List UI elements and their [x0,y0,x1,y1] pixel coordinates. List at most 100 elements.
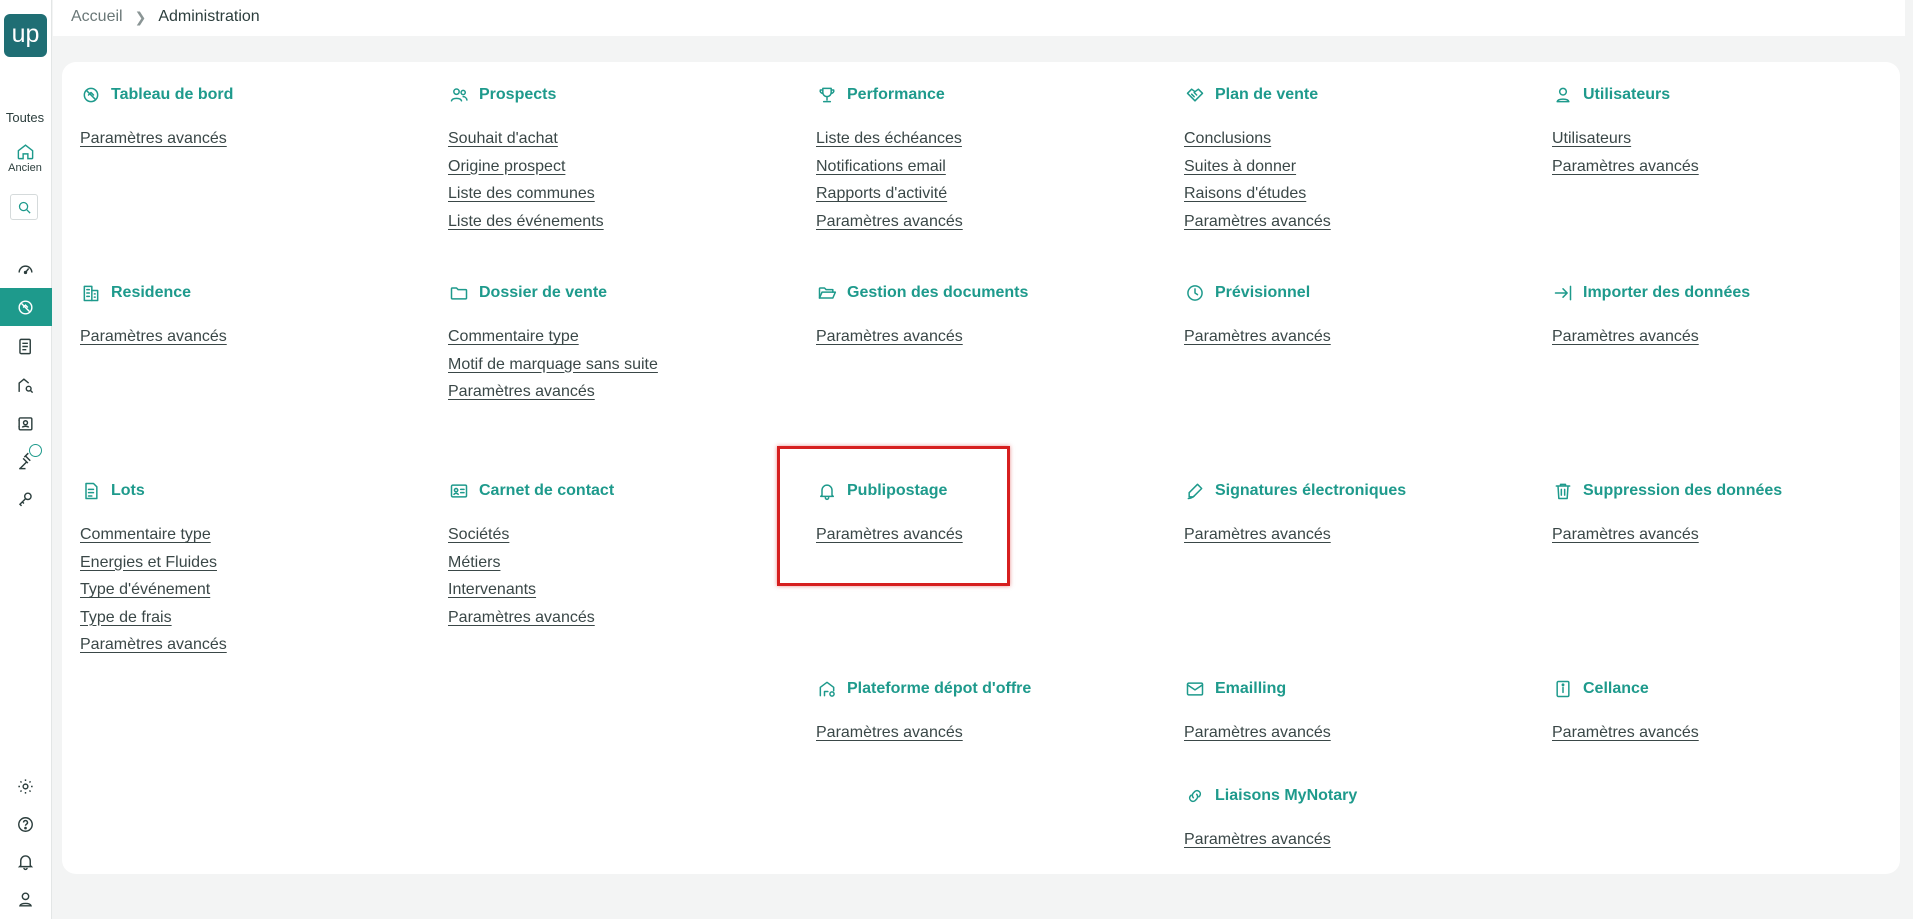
admin-link[interactable]: Motif de marquage sans suite [448,351,788,379]
admin-link[interactable]: Paramètres avancés [1184,719,1524,747]
section-title-text: Importer des données [1583,284,1751,301]
admin-link[interactable]: Paramètres avancés [80,631,420,659]
admin-link[interactable]: Paramètres avancés [80,323,420,351]
section-links: Paramètres avancés [80,125,420,153]
section-links: Paramètres avancés [80,323,420,351]
dashboard-icon[interactable] [12,255,38,281]
admin-link[interactable]: Souhait d'achat [448,125,788,153]
section-title-text: Residence [111,284,192,301]
section-links: Liste des échéances Notifications email Ra… [816,125,1156,235]
search-icon [18,201,31,214]
section-carnet-de-contact: Carnet de contact Sociétés Métiers Interven… [448,480,788,631]
admin-link[interactable]: Conclusions [1184,125,1524,153]
info-icon [1552,679,1573,700]
section-performance: Performance Liste des échéances Notificati… [816,84,1156,235]
admin-link[interactable]: Paramètres avancés [816,719,1156,747]
sidebar-item-admin-active[interactable] [0,288,52,326]
building-icon [80,283,101,304]
admin-link[interactable]: Liste des échéances [816,125,1156,153]
admin-link[interactable]: Métiers [448,549,788,577]
section-title-text: Tableau de bord [111,86,234,103]
section-title-text: Dossier de vente [479,284,608,301]
section-title: Prospects [448,84,788,106]
document-list-icon[interactable] [12,333,38,359]
section-title: Liaisons MyNotary [1184,785,1524,807]
breadcrumb-current: Administration [158,8,260,25]
app-logo[interactable]: up [4,14,47,57]
section-title: Residence [80,282,420,304]
admin-link[interactable]: Liste des communes [448,180,788,208]
admin-link[interactable]: Paramètres avancés [1184,208,1524,236]
keys-icon[interactable] [12,486,38,512]
section-title: Cellance [1552,678,1892,700]
admin-link[interactable]: Type d'événement [80,576,420,604]
breadcrumb-home-link[interactable]: Accueil [71,8,123,26]
section-title: Utilisateurs [1552,84,1892,106]
admin-link[interactable]: Paramètres avancés [448,378,788,406]
section-title: Suppression des données [1552,480,1892,502]
link-icon [1184,786,1205,807]
sidebar-search-button[interactable] [10,194,38,220]
admin-link[interactable]: Commentaire type [448,323,788,351]
scrollbar[interactable] [1905,0,1913,919]
section-title-text: Plan de vente [1215,86,1319,103]
admin-link[interactable]: Liste des événements [448,208,788,236]
admin-link[interactable]: Paramètres avancés [1552,323,1892,351]
admin-link[interactable]: Paramètres avancés [80,125,420,153]
section-links: Paramètres avancés [1552,719,1892,747]
scope-selector[interactable]: Toutes [0,110,50,125]
admin-link[interactable]: Paramètres avancés [448,604,788,632]
admin-link[interactable]: Origine prospect [448,153,788,181]
settings-icon[interactable] [12,773,38,799]
help-icon[interactable] [12,811,38,837]
section-links: Paramètres avancés [816,323,1156,351]
admin-link[interactable]: Commentaire type [80,521,420,549]
section-title-text: Gestion des documents [847,284,1029,301]
handshake-icon [1184,85,1205,106]
section-title: Dossier de vente [448,282,788,304]
sidebar: up Toutes Ancien [0,0,52,919]
admin-link[interactable]: Sociétés [448,521,788,549]
section-title: Carnet de contact [448,480,788,502]
breadcrumb: Accueil ❯ Administration [71,8,260,26]
section-title: Plateforme dépot d'offre [816,678,1156,700]
admin-link[interactable]: Energies et Fluides [80,549,420,577]
gavel-badge [29,444,42,457]
mail-icon [1184,679,1205,700]
admin-link[interactable]: Intervenants [448,576,788,604]
folder-icon [448,283,469,304]
admin-link[interactable]: Rapports d'activité [816,180,1156,208]
section-title: Signatures électroniques [1184,480,1524,502]
chevron-right-icon: ❯ [134,8,147,25]
section-links: Paramètres avancés [816,719,1156,747]
home-icon[interactable] [12,138,38,164]
admin-link[interactable]: Paramètres avancés [1184,521,1524,549]
clock-icon [1184,283,1205,304]
home-label[interactable]: Ancien [0,162,50,174]
section-title-text: Plateforme dépot d'offre [847,680,1032,697]
user-icon[interactable] [12,886,38,912]
section-tableau-de-bord: Tableau de bord Paramètres avancés [80,84,420,153]
contact-card-icon [448,481,469,502]
section-cellance: Cellance Paramètres avancés [1552,678,1892,747]
trophy-icon [816,85,837,106]
admin-link[interactable]: Notifications email [816,153,1156,181]
section-title-text: Signatures électroniques [1215,482,1407,499]
admin-link[interactable]: Paramètres avancés [1184,323,1524,351]
admin-link[interactable]: Paramètres avancés [1552,521,1892,549]
section-links: Utilisateurs Paramètres avancés [1552,125,1892,180]
admin-link[interactable]: Paramètres avancés [1184,826,1524,854]
admin-link[interactable]: Type de frais [80,604,420,632]
contacts-card-icon[interactable] [12,410,38,436]
admin-link[interactable]: Paramètres avancés [816,208,1156,236]
admin-link[interactable]: Suites à donner [1184,153,1524,181]
section-title-text: Lots [111,482,145,499]
property-search-icon[interactable] [12,372,38,398]
admin-link[interactable]: Paramètres avancés [1552,153,1892,181]
admin-link[interactable]: Paramètres avancés [816,323,1156,351]
admin-link[interactable]: Paramètres avancés [1552,719,1892,747]
section-residence: Residence Paramètres avancés [80,282,420,351]
admin-link[interactable]: Raisons d'études [1184,180,1524,208]
admin-link[interactable]: Utilisateurs [1552,125,1892,153]
bell-icon[interactable] [12,848,38,874]
